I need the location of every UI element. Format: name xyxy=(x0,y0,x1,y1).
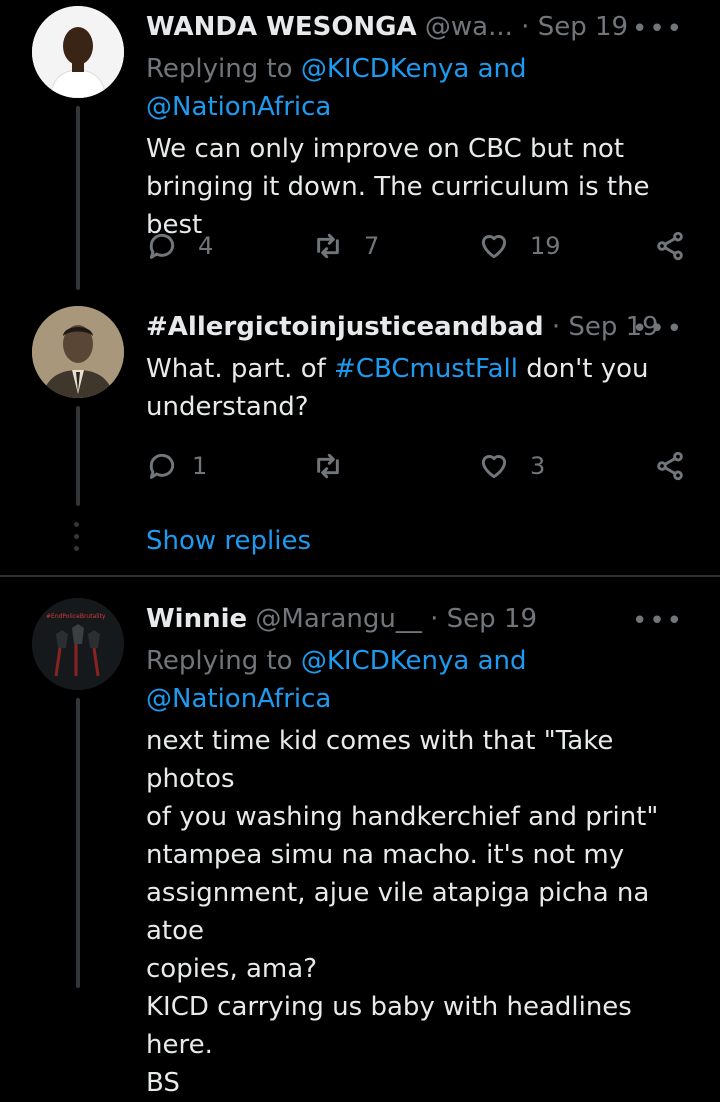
tweet-header: WANDA WESONGA @wa... · Sep 19 xyxy=(146,10,628,44)
separator-dot: · xyxy=(421,604,447,634)
retweet-button[interactable] xyxy=(312,446,364,486)
hashtag-link[interactable]: #CBCmustFall xyxy=(334,354,518,384)
like-button[interactable]: 3 xyxy=(478,446,545,486)
more-icon[interactable]: ••• xyxy=(632,16,684,42)
tweet-actions: 1 3 xyxy=(146,446,686,486)
more-icon[interactable]: ••• xyxy=(632,608,684,634)
tweet-date[interactable]: Sep 19 xyxy=(538,12,628,42)
reply-count: 1 xyxy=(192,452,208,480)
tweet-header: Winnie @Marangu__ · Sep 19 xyxy=(146,602,537,636)
tweet-header: #Allergictoinjusticeandbad · Sep 19 xyxy=(146,310,659,344)
mention-and[interactable]: and xyxy=(469,646,527,676)
like-count: 19 xyxy=(530,232,561,260)
separator-dot: · xyxy=(512,12,538,42)
tweet-text: What. part. of #CBCmustFall don't you un… xyxy=(146,350,706,426)
tweet-text: next time kid comes with that "Take phot… xyxy=(146,726,659,1098)
reply-button[interactable]: 4 xyxy=(146,226,213,266)
reply-count: 4 xyxy=(198,232,214,260)
share-button[interactable] xyxy=(654,226,686,266)
replying-to: Replying to @KICDKenya and @NationAfrica xyxy=(146,642,686,718)
display-name[interactable]: WANDA WESONGA xyxy=(146,12,417,42)
mention-link[interactable]: @KICDKenya xyxy=(301,646,469,676)
thread-line xyxy=(76,406,80,506)
user-handle[interactable]: @Marangu__ xyxy=(255,604,421,634)
tweet-allergic[interactable]: #Allergictoinjusticeandbad · Sep 19 ••• … xyxy=(0,300,720,510)
like-icon xyxy=(481,234,507,259)
mention-link[interactable]: @NationAfrica xyxy=(146,92,331,122)
avatar-image: #EndPoliceBrutality xyxy=(32,598,124,690)
reply-icon xyxy=(149,453,175,479)
share-icon xyxy=(657,231,683,261)
retweet-icon xyxy=(317,453,339,479)
show-replies-link[interactable]: Show replies xyxy=(146,522,311,560)
mention-and[interactable]: and xyxy=(469,54,527,84)
retweet-button[interactable]: 7 xyxy=(312,226,379,266)
mention-link[interactable]: @KICDKenya xyxy=(301,54,469,84)
thread-line xyxy=(76,106,80,290)
avatar[interactable]: #EndPoliceBrutality xyxy=(32,598,124,690)
share-icon xyxy=(657,451,683,481)
mention-link[interactable]: @NationAfrica xyxy=(146,684,331,714)
tweet-wanda[interactable]: WANDA WESONGA @wa... · Sep 19 ••• Replyi… xyxy=(0,0,720,290)
divider xyxy=(0,575,720,577)
tweet-date[interactable]: Sep 19 xyxy=(447,604,537,634)
like-icon xyxy=(481,454,507,479)
tweet-winnie[interactable]: #EndPoliceBrutality Winnie @Marangu__ · … xyxy=(0,592,720,1098)
avatar[interactable] xyxy=(32,306,124,398)
svg-text:#EndPoliceBrutality: #EndPoliceBrutality xyxy=(46,613,106,620)
avatar-image xyxy=(32,6,124,98)
display-name[interactable]: Winnie xyxy=(146,604,247,634)
share-button[interactable] xyxy=(654,446,686,486)
thread-more-dots xyxy=(74,522,80,558)
reply-icon xyxy=(149,233,175,259)
thread-line xyxy=(76,698,80,988)
replying-to: Replying to @KICDKenya and @NationAfrica xyxy=(146,50,686,126)
tweet-text-start: What. part. of xyxy=(146,354,335,384)
retweet-icon xyxy=(317,233,339,259)
tweet-actions: 4 7 19 xyxy=(146,226,686,266)
replying-prefix: Replying to xyxy=(146,54,301,84)
separator-dot: · xyxy=(543,312,569,342)
like-count: 3 xyxy=(530,452,546,480)
reply-button[interactable]: 1 xyxy=(146,446,207,486)
retweet-count: 7 xyxy=(364,232,380,260)
display-name[interactable]: #Allergictoinjusticeandbad xyxy=(146,312,544,342)
replying-prefix: Replying to xyxy=(146,646,301,676)
more-icon[interactable]: ••• xyxy=(632,316,684,342)
avatar-image xyxy=(32,306,124,398)
like-button[interactable]: 19 xyxy=(478,226,561,266)
avatar[interactable] xyxy=(32,6,124,98)
user-handle[interactable]: @wa... xyxy=(425,12,513,42)
